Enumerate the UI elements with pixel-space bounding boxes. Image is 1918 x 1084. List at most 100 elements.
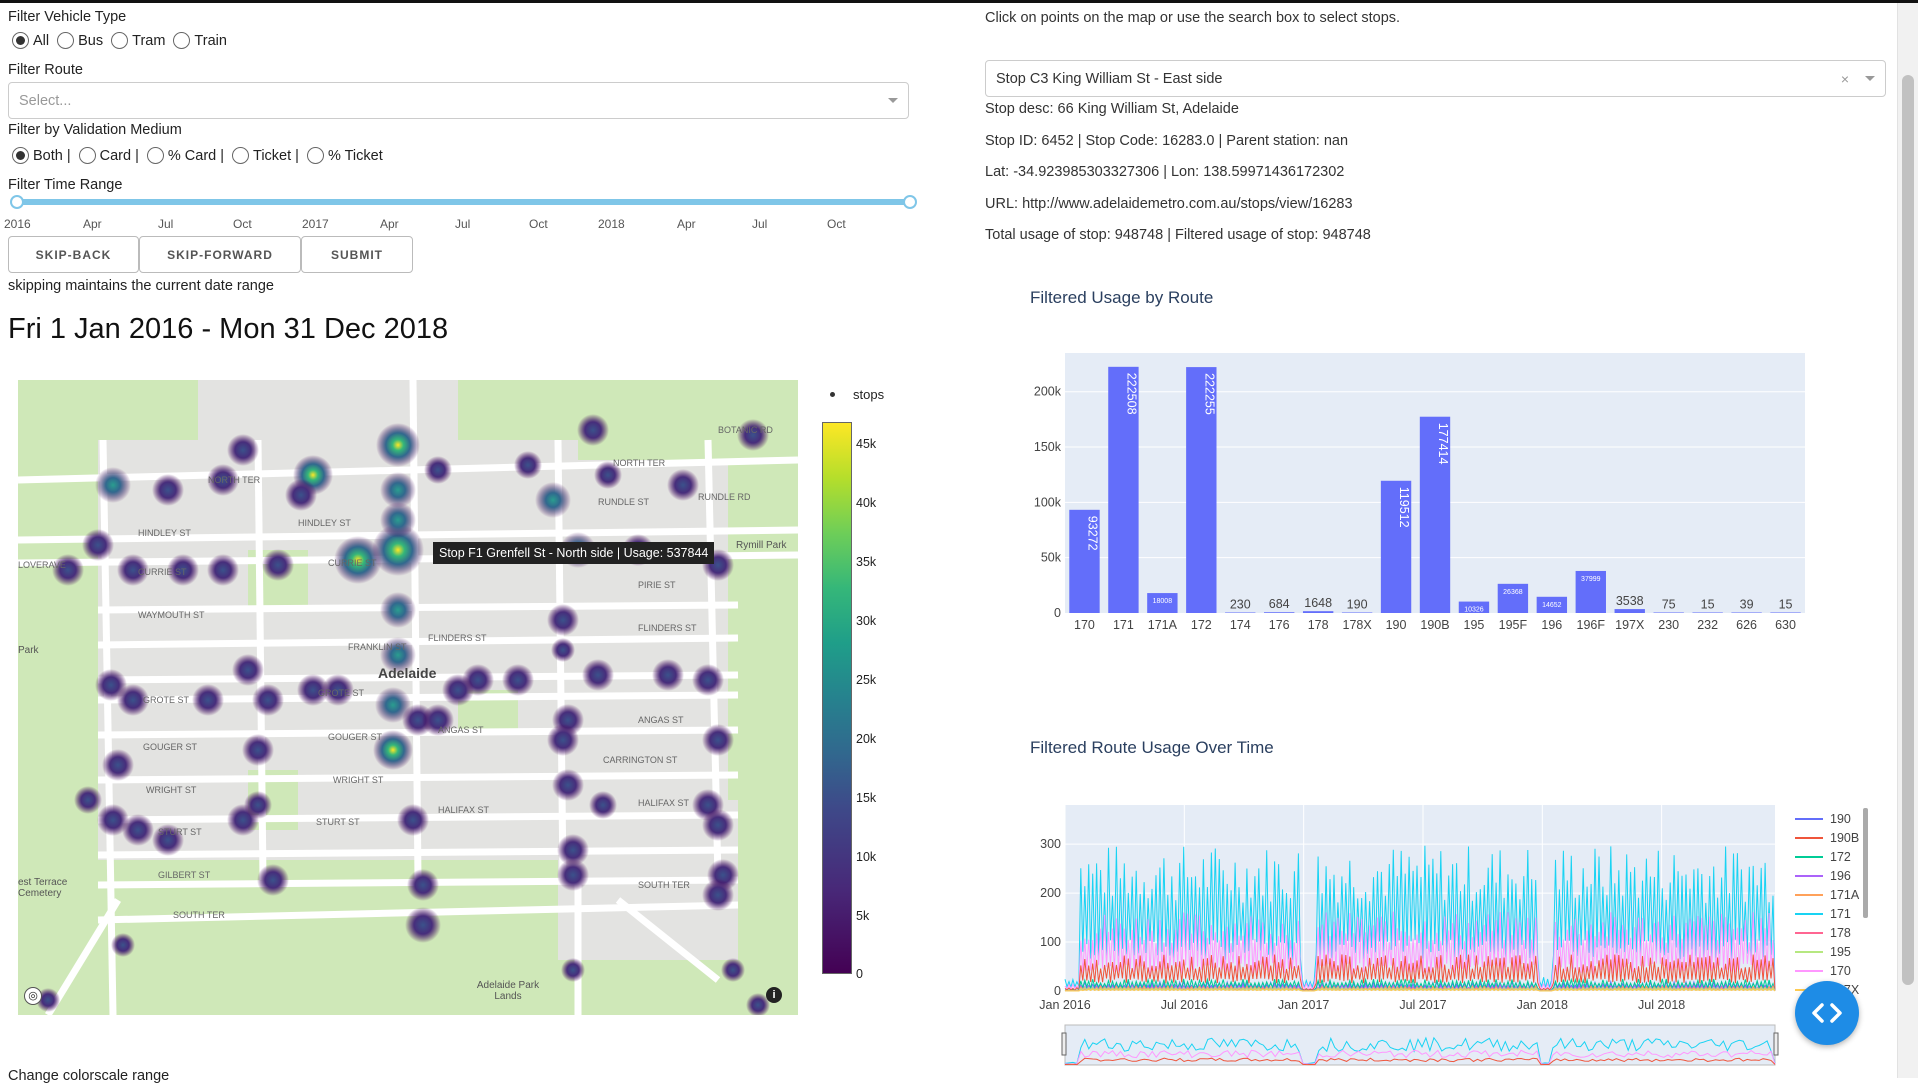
x-tick-label: 178X [1343, 618, 1373, 632]
y-tick-label: 100 [1040, 935, 1061, 949]
radio-pct-ticket[interactable] [306, 147, 324, 164]
bar-value-label: 15 [1701, 598, 1715, 612]
radio-pct-ticket-label: % Ticket [327, 147, 383, 164]
street-label: CURRIE ST [138, 567, 187, 577]
street-label: ANGAS ST [638, 715, 684, 725]
time-tick: Jul [455, 217, 471, 231]
x-tick-label: 196F [1577, 618, 1606, 632]
radio-both-label: Both | [33, 147, 71, 164]
place-label: Rymill Park [736, 540, 787, 551]
time-tick: Apr [380, 217, 399, 231]
bar-630 [1770, 612, 1801, 613]
mapbox-logo-icon[interactable]: ◎ [24, 987, 42, 1005]
radio-bus[interactable] [57, 32, 75, 49]
street-label: FRANKLIN ST [348, 642, 407, 652]
radio-tram[interactable] [111, 32, 129, 49]
x-tick-label: Jan 2018 [1517, 998, 1568, 1012]
legend-scrollbar [1863, 808, 1868, 918]
line-chart-title: Filtered Route Usage Over Time [1030, 738, 1274, 757]
legend-label: 196 [1830, 869, 1851, 883]
x-tick-label: 190B [1420, 618, 1449, 632]
street-label: ANGAS ST [438, 725, 484, 735]
stop-desc: Stop desc: 66 King William St, Adelaide [985, 101, 1239, 117]
city-label: Adelaide [378, 665, 437, 681]
bar-178 [1302, 611, 1334, 613]
stops-heat-layer[interactable] [18, 380, 798, 1015]
route-usage-bar-chart[interactable]: 0 50k 100k 150k 200k 170 93272 171 222508 171A 180… [1030, 345, 1810, 645]
route-select-placeholder: Select... [19, 92, 72, 109]
x-tick-label: 195F [1499, 618, 1528, 632]
radio-all[interactable] [12, 32, 29, 49]
x-tick-label: 170 [1074, 618, 1095, 632]
radio-pct-card-label: % Card | [167, 147, 225, 164]
x-tick-label: 230 [1658, 618, 1679, 632]
x-tick-label: Jul 2016 [1161, 998, 1208, 1012]
colorbar-tick: 45k [856, 437, 877, 451]
street-label: HALIFAX ST [438, 805, 490, 815]
y-tick-label: 100k [1034, 495, 1062, 509]
time-range-end-handle[interactable] [903, 195, 917, 209]
route-usage-line-chart[interactable]: 0 100 200 300 Jan 2016 Jul 2016 Jan 2017 Jul 20… [1030, 800, 1890, 1078]
bar-value-label: 230 [1230, 598, 1251, 612]
radio-both[interactable] [12, 147, 29, 164]
chevron-down-icon[interactable] [888, 98, 898, 103]
page-scrollbar[interactable] [1897, 3, 1918, 1078]
bar-chart-title: Filtered Usage by Route [1030, 288, 1214, 307]
colorbar-tick: 30k [856, 614, 877, 628]
radio-card[interactable] [78, 147, 96, 164]
street-label: HINDLEY ST [298, 518, 351, 528]
y-tick-label: 200 [1040, 886, 1061, 900]
street-label: PIRIE ST [638, 580, 676, 590]
street-label: WAYMOUTH ST [138, 610, 205, 620]
radio-train[interactable] [173, 32, 191, 49]
x-tick-label: 232 [1697, 618, 1718, 632]
radio-pct-card[interactable] [146, 147, 164, 164]
radio-tram-label: Tram [132, 32, 166, 49]
submit-button[interactable]: SUBMIT [301, 236, 413, 273]
skip-forward-button[interactable]: SKIP-FORWARD [139, 236, 301, 273]
bar-value-label: 119512 [1397, 487, 1411, 528]
bar-value-label: 684 [1269, 597, 1290, 611]
chevron-down-icon[interactable] [1865, 76, 1875, 81]
bar-value-label: 222508 [1124, 373, 1138, 415]
street-label: NORTH TER [613, 458, 666, 468]
street-label: HINDLEY ST [138, 528, 191, 538]
radio-bus-label: Bus [78, 32, 104, 49]
stop-search-value: Stop C3 King William St - East side [996, 70, 1223, 87]
code-toggle-button[interactable] [1795, 981, 1859, 1045]
time-range-slider[interactable] [16, 199, 910, 205]
x-tick-label: 171 [1113, 618, 1134, 632]
time-tick: Jul [158, 217, 174, 231]
route-select[interactable]: Select... [8, 82, 909, 119]
stops-map[interactable]: NORTH TER HINDLEY ST HINDLEY ST CURRIE S… [18, 380, 798, 1015]
vehicle-type-label: Filter Vehicle Type [8, 9, 127, 25]
y-tick-label: 300 [1040, 837, 1061, 851]
bar-230 [1653, 612, 1684, 613]
radio-all-label: All [33, 32, 50, 49]
legend-stops-label[interactable]: stops [853, 387, 884, 402]
time-tick: 2016 [4, 217, 31, 231]
stop-search-select[interactable]: Stop C3 King William St - East side × [985, 60, 1886, 97]
x-tick-label: 196 [1541, 618, 1562, 632]
y-tick-label: 200k [1034, 385, 1062, 399]
street-label: STURT ST [158, 827, 202, 837]
street-label: LOVERAVE [18, 560, 66, 570]
stop-hover-tooltip: Stop F1 Grenfell St - North side | Usage… [433, 542, 715, 564]
x-tick-label: 174 [1230, 618, 1251, 632]
time-range-start-handle[interactable] [10, 195, 24, 209]
street-label: GOUGER ST [143, 742, 198, 752]
street-label: RUNDLE ST [598, 497, 650, 507]
skip-back-button[interactable]: SKIP-BACK [8, 236, 139, 273]
bar-value-label: 190 [1347, 598, 1368, 612]
street-label: CURRIE ST [328, 558, 377, 568]
street-label: SOUTH TER [173, 910, 225, 920]
clear-icon[interactable]: × [1841, 71, 1849, 87]
radio-card-label: Card | [99, 147, 139, 164]
x-tick-label: 178 [1308, 618, 1329, 632]
x-tick-label: 176 [1269, 618, 1290, 632]
scrollbar-thumb[interactable] [1902, 75, 1914, 985]
x-tick-label: 195 [1464, 618, 1485, 632]
info-icon[interactable]: i [766, 987, 782, 1003]
x-tick-label: Jul 2018 [1638, 998, 1685, 1012]
radio-ticket[interactable] [232, 147, 250, 164]
